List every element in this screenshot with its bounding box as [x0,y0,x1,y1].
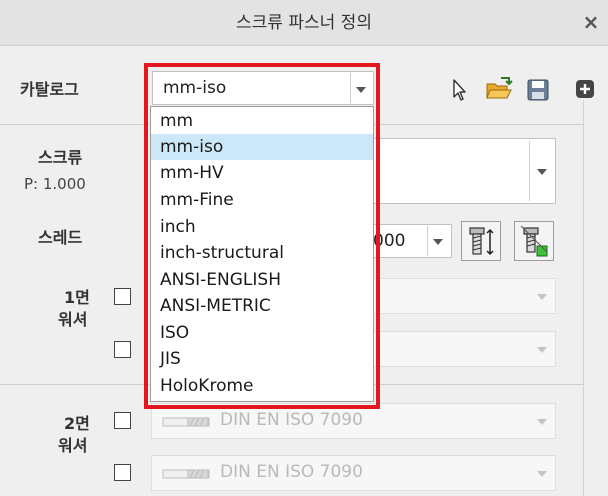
screw-pitch: P: 1.000 [24,175,86,193]
select-separator [529,141,530,201]
thread-label: 스레드 [38,228,83,247]
washer1-label-line1: 1면 [64,288,90,307]
close-icon[interactable]: × [580,10,602,34]
washer2-checkbox-2[interactable] [114,464,131,481]
washer1-label-line2: 워셔 [58,310,88,329]
chevron-down-icon [537,419,547,425]
chevron-down-icon [537,294,547,300]
thread-length-button[interactable] [461,221,501,261]
washer-icon [162,417,210,427]
washer2-select-2[interactable]: DIN EN ISO 7090 [151,455,556,491]
chevron-down-icon [537,347,547,353]
screw-select[interactable] [360,138,556,204]
window-title: 스크류 파스너 정의 [236,13,372,33]
washer1-select-1[interactable] [360,278,556,314]
washer1-checkbox-2[interactable] [114,341,131,358]
washer2-select-2-value: DIN EN ISO 7090 [220,462,363,482]
screw-length-icon [469,227,494,256]
screw-fit-icon [520,225,548,257]
chevron-down-icon[interactable] [433,239,443,245]
chevron-down-icon[interactable] [537,169,547,175]
chevron-down-icon [537,471,547,477]
save-icon[interactable] [526,78,550,102]
washer1-select-2[interactable] [360,331,556,367]
washer2-select-1-value: DIN EN ISO 7090 [220,410,363,430]
washer2-label-line1: 2면 [64,414,90,433]
highlight-frame [144,63,380,409]
add-icon[interactable] [575,79,597,99]
washer2-label-line2: 워셔 [58,436,88,455]
open-folder-icon[interactable] [485,76,513,102]
screw-label: 스크류 [38,148,83,167]
washer1-checkbox-1[interactable] [114,288,131,305]
panel-divider [583,100,584,496]
select-separator [427,226,428,256]
catalog-label: 카탈로그 [20,80,79,99]
washer-icon [162,469,210,479]
thread-fit-button[interactable] [514,221,554,261]
washer2-checkbox-1[interactable] [114,412,131,429]
cursor-icon[interactable] [450,78,470,102]
